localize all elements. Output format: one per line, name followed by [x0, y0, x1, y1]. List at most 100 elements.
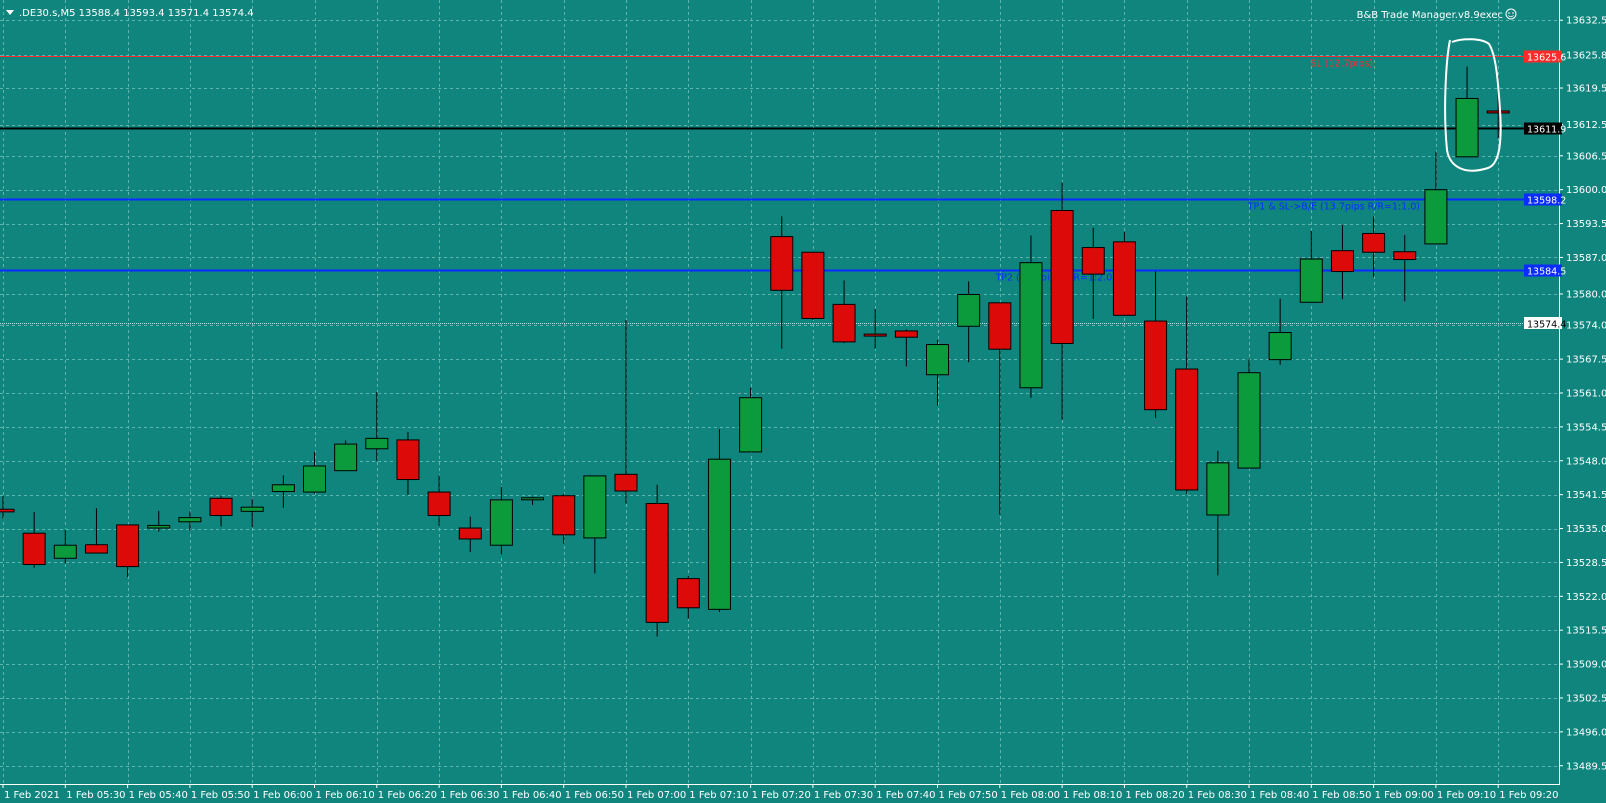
y-tick-label: 13600.0 — [1566, 185, 1606, 196]
candle-bull — [1268, 298, 1292, 365]
candle-bull — [1455, 66, 1479, 158]
candle-body — [1206, 462, 1230, 516]
candle-bear — [1050, 182, 1074, 420]
y-tick-label: 13509.0 — [1566, 660, 1606, 671]
level-tag-tp2: 13584.5 — [1527, 267, 1566, 278]
candle-body — [926, 344, 949, 376]
x-tick-label: 1 Feb 05:40 — [129, 790, 188, 801]
y-tick-label: 13522.0 — [1566, 592, 1606, 603]
candle-bear — [458, 516, 482, 553]
dropdown-triangle-icon[interactable] — [6, 10, 14, 15]
candle-body — [1424, 189, 1448, 245]
candle-body — [240, 506, 264, 512]
candle-body — [739, 397, 763, 453]
x-tick-label: 1 Feb 07:30 — [814, 790, 873, 801]
candle-bull — [739, 387, 763, 453]
candle-body — [147, 524, 171, 529]
candle-bull — [489, 486, 513, 555]
level-label-sl: SL (12.7pips) — [1310, 59, 1373, 70]
x-tick-label: 1 Feb 06:50 — [565, 790, 624, 801]
candle-bull — [365, 391, 389, 461]
y-tick-label: 13548.0 — [1566, 456, 1606, 467]
candle-body — [863, 333, 887, 337]
y-tick-label: 13541.5 — [1566, 490, 1606, 501]
price-chart[interactable]: SL (12.7pips) TP1 & SL->B/E (13.7pips R/R… — [0, 0, 1606, 803]
x-tick-label: 1 Feb 06:00 — [253, 790, 312, 801]
candle-body — [707, 458, 731, 610]
candle-body — [894, 330, 918, 338]
y-tick-label: 13561.0 — [1566, 389, 1606, 400]
candle-bull — [271, 475, 295, 508]
candle-body — [645, 503, 669, 623]
candle-body — [1393, 251, 1417, 261]
x-tick-label: 1 Feb 08:10 — [1063, 790, 1122, 801]
candle-bear — [801, 251, 825, 321]
x-tick-label: 1 Feb 05:30 — [66, 790, 125, 801]
x-tick-label: 1 Feb 05:50 — [191, 790, 250, 801]
candle-body — [1486, 110, 1510, 114]
x-tick-label: 1 Feb 08:20 — [1125, 790, 1184, 801]
candle-bull — [334, 440, 358, 472]
candle-body — [583, 475, 607, 539]
candle-body — [676, 578, 700, 609]
level-tag-tp1: 13598.2 — [1527, 196, 1566, 207]
candle-body — [1237, 372, 1261, 469]
y-tick-label: 13574.0 — [1566, 321, 1606, 332]
candle-bull — [707, 428, 731, 612]
symbol-info: .DE30.s,M5 13588.4 13593.4 13571.4 13574… — [19, 8, 254, 19]
x-tick-label: 1 Feb 08:00 — [1001, 790, 1060, 801]
candle-bull — [926, 339, 949, 406]
x-tick-label: 1 Feb 09:00 — [1375, 790, 1434, 801]
candle-body — [427, 491, 451, 517]
candle-bear — [116, 524, 140, 578]
candle-body — [209, 497, 233, 517]
y-tick-label: 13528.5 — [1566, 558, 1606, 569]
x-tick-label: 1 Feb 08:50 — [1312, 790, 1371, 801]
y-tick-label: 13535.0 — [1566, 524, 1606, 535]
candle-bear — [22, 511, 46, 568]
candle-bull — [583, 475, 607, 574]
candle-body — [365, 437, 389, 450]
candle-body — [1362, 232, 1386, 253]
candle-bull — [1019, 235, 1043, 398]
level-tag-sl: 13625.6 — [1527, 53, 1566, 64]
candle-body — [178, 517, 202, 523]
candle-bear — [84, 508, 108, 554]
candle-body — [521, 497, 545, 501]
candle-body — [116, 524, 140, 568]
candle-body — [1050, 210, 1074, 344]
y-tick-label: 13587.0 — [1566, 253, 1606, 264]
candle-body — [770, 236, 794, 291]
candle-bear — [1330, 225, 1354, 300]
expert-label: B&B Trade Manager.v8.9exec — [1357, 10, 1503, 21]
candle-bull — [147, 510, 171, 532]
candle-body — [53, 544, 77, 559]
y-tick-label: 13515.5 — [1566, 626, 1606, 637]
candle-body — [271, 484, 295, 493]
candle-body — [396, 439, 420, 481]
x-tick-label: 1 Feb 07:10 — [689, 790, 748, 801]
y-tick-label: 13625.8 — [1566, 51, 1606, 62]
candle-body — [957, 293, 981, 327]
candle-bull — [521, 496, 545, 506]
current-price-tag: 13574.4 — [1524, 317, 1566, 331]
candle-bear — [427, 475, 451, 526]
candle-bear — [396, 432, 420, 495]
candle-bear — [988, 302, 1012, 515]
candle-bear — [1081, 227, 1105, 319]
candle-bull — [240, 498, 264, 527]
candle-bear — [1393, 235, 1417, 302]
smiley-icon[interactable] — [1505, 8, 1517, 20]
current-price-label: 13574.4 — [1527, 320, 1566, 331]
y-tick-label: 13593.5 — [1566, 219, 1606, 230]
y-tick-label: 13554.5 — [1566, 422, 1606, 433]
candle-bear — [645, 484, 669, 637]
x-tick-label: 1 Feb 06:10 — [316, 790, 375, 801]
x-tick-label: 1 Feb 07:20 — [752, 790, 811, 801]
candle-bear — [894, 329, 918, 367]
level-tag-entry: 13611.9 — [1527, 125, 1566, 136]
x-tick-label: 1 Feb 07:50 — [939, 790, 998, 801]
y-tick-label: 13619.5 — [1566, 84, 1606, 95]
candle-bear — [676, 575, 700, 619]
level-label-tp1: TP1 & SL->B/E (13.7pips R/R=1:1.0) — [1247, 202, 1420, 213]
